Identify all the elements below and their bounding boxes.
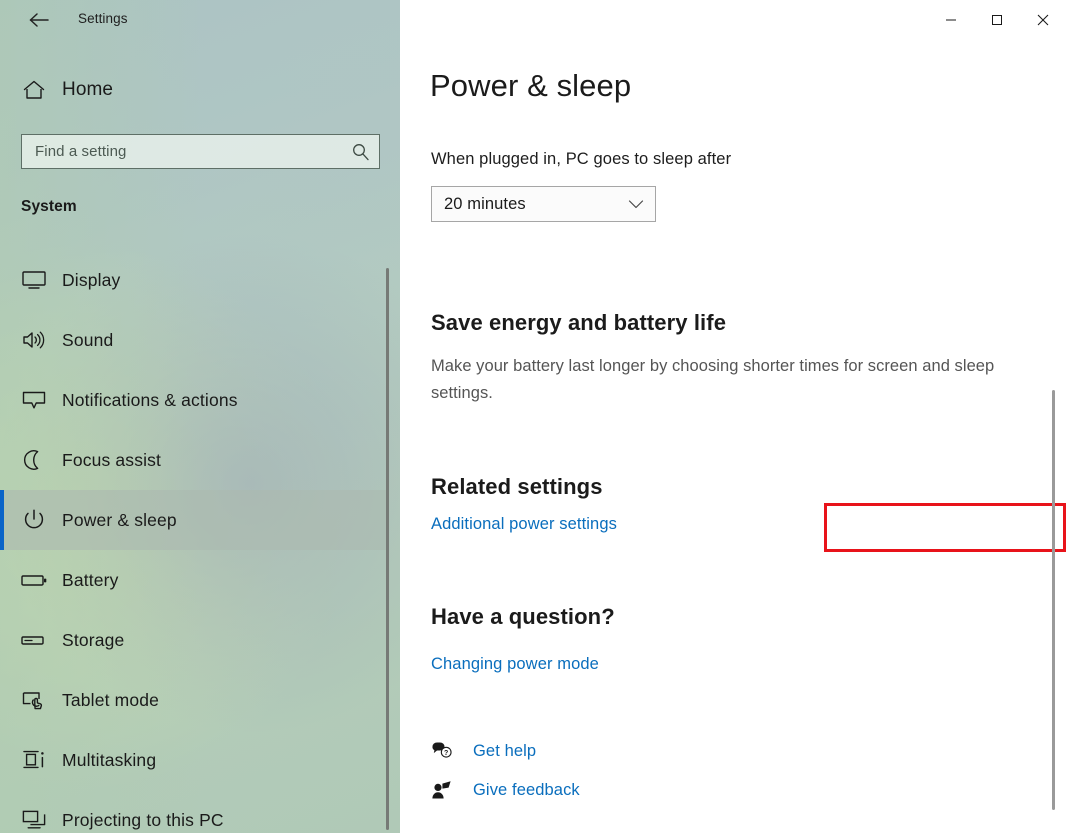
speaker-icon	[6, 329, 62, 351]
selection-indicator	[0, 310, 4, 370]
search-placeholder: Find a setting	[35, 143, 127, 160]
selection-indicator	[0, 550, 4, 610]
sleep-timeout-dropdown[interactable]: 20 minutes	[431, 186, 656, 222]
chat-bubble-icon	[6, 389, 62, 411]
chevron-down-icon	[621, 199, 655, 210]
selection-indicator	[0, 610, 4, 670]
sidebar-item-label: Battery	[62, 569, 119, 590]
sleep-setting-label: When plugged in, PC goes to sleep after	[431, 150, 732, 168]
sleep-timeout-value: 20 minutes	[444, 194, 526, 213]
multitask-icon	[6, 748, 62, 772]
sidebar-scrollbar[interactable]	[386, 268, 389, 830]
svg-text:?: ?	[444, 750, 448, 757]
app-title: Settings	[78, 11, 128, 26]
window-controls	[928, 0, 1066, 40]
battery-icon	[6, 570, 62, 590]
related-settings-heading: Related settings	[431, 474, 603, 499]
maximize-button[interactable]	[974, 0, 1020, 40]
help-bubble-icon: ?	[431, 741, 473, 761]
changing-power-mode-link[interactable]: Changing power mode	[431, 655, 599, 674]
selection-indicator	[0, 490, 4, 550]
selection-indicator	[0, 430, 4, 490]
selection-indicator	[0, 250, 4, 310]
selection-indicator	[0, 790, 4, 833]
give-feedback-link[interactable]: Give feedback	[431, 775, 580, 805]
get-help-link[interactable]: ? Get help	[431, 736, 536, 766]
monitor-icon	[6, 269, 62, 291]
sidebar-item-label: Tablet mode	[62, 689, 159, 710]
sidebar-nav: Display Sound Notifications & actions Focus…	[0, 250, 388, 833]
sidebar-item-sound[interactable]: Sound	[0, 310, 388, 370]
project-screen-icon	[6, 808, 62, 832]
sidebar-item-label: Notifications & actions	[62, 389, 238, 410]
sidebar-item-label: Home	[62, 79, 114, 100]
save-energy-heading: Save energy and battery life	[431, 310, 727, 335]
sidebar-item-storage[interactable]: Storage	[0, 610, 388, 670]
sidebar-item-tablet-mode[interactable]: Tablet mode	[0, 670, 388, 730]
sidebar-item-label: Sound	[62, 329, 114, 350]
highlight-box	[824, 503, 1066, 552]
selection-indicator	[0, 370, 4, 430]
content-scrollbar[interactable]	[1052, 390, 1055, 810]
sidebar-item-label: Display	[62, 269, 121, 290]
content-pane: Power & sleep When plugged in, PC goes t…	[400, 0, 1066, 833]
sidebar-item-home[interactable]: Home	[0, 68, 388, 112]
sidebar-item-notifications-actions[interactable]: Notifications & actions	[0, 370, 388, 430]
selection-indicator	[0, 670, 4, 730]
get-help-label: Get help	[473, 741, 537, 760]
moon-icon	[6, 449, 62, 471]
sidebar-item-label: Multitasking	[62, 749, 157, 770]
page-title: Power & sleep	[430, 68, 632, 103]
back-arrow-icon[interactable]	[22, 7, 56, 33]
home-icon	[6, 79, 62, 101]
search-input[interactable]: Find a setting	[21, 134, 380, 169]
have-question-heading: Have a question?	[431, 604, 615, 629]
feedback-person-icon	[431, 780, 473, 800]
additional-power-settings-link[interactable]: Additional power settings	[431, 515, 617, 534]
sidebar-item-projecting-to-this-pc[interactable]: Projecting to this PC	[0, 790, 388, 833]
minimize-button[interactable]	[928, 0, 974, 40]
sidebar-item-label: Power & sleep	[62, 509, 177, 530]
selection-indicator	[0, 730, 4, 790]
search-icon[interactable]	[345, 142, 379, 161]
sidebar-item-focus-assist[interactable]: Focus assist	[0, 430, 388, 490]
sidebar: Settings Home Find a setting System Disp…	[0, 0, 400, 833]
sidebar-section-heading: System	[21, 198, 77, 215]
give-feedback-label: Give feedback	[473, 780, 580, 799]
save-energy-body: Make your battery last longer by choosin…	[431, 357, 995, 402]
settings-window: Settings Home Find a setting System Disp…	[0, 0, 1066, 833]
sidebar-item-label: Storage	[62, 629, 125, 650]
sidebar-item-power-sleep[interactable]: Power & sleep	[0, 490, 388, 550]
power-icon	[6, 508, 62, 532]
sidebar-item-label: Focus assist	[62, 449, 162, 470]
sidebar-item-display[interactable]: Display	[0, 250, 388, 310]
tablet-touch-icon	[6, 688, 62, 712]
sidebar-item-label: Projecting to this PC	[62, 809, 224, 830]
sidebar-titlebar: Settings	[0, 0, 400, 40]
sidebar-item-multitasking[interactable]: Multitasking	[0, 730, 388, 790]
drive-icon	[6, 630, 62, 650]
close-button[interactable]	[1020, 0, 1066, 40]
sidebar-item-battery[interactable]: Battery	[0, 550, 388, 610]
